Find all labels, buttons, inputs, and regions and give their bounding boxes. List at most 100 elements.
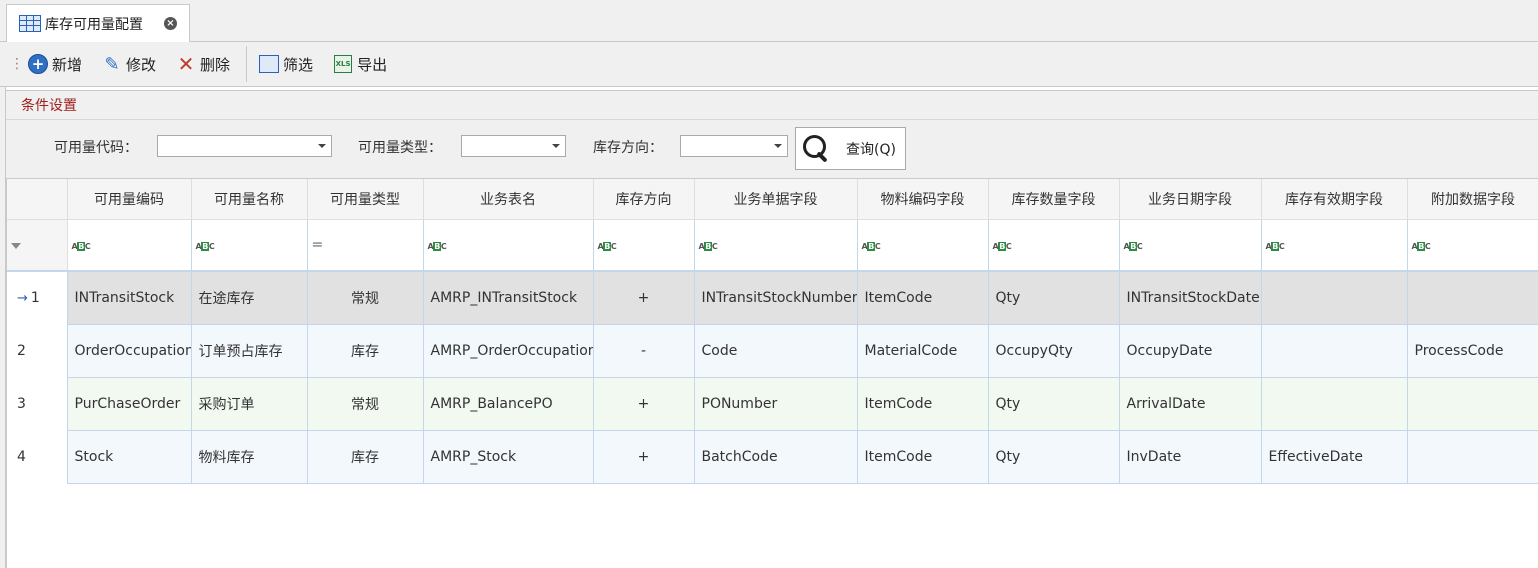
cell-qty-field[interactable]: Qty [988, 377, 1120, 431]
chevron-down-icon[interactable] [552, 144, 560, 148]
cell-type[interactable]: 常规 [307, 271, 424, 325]
column-header[interactable]: 物料编码字段 [857, 179, 989, 220]
table-row[interactable]: 3 PurChaseOrder 采购订单 常规 AMRP_BalancePO +… [7, 377, 1538, 431]
toolbar-separator [246, 46, 248, 82]
filter-cell[interactable]: ABC [423, 219, 594, 272]
cell-item-field[interactable]: ItemCode [857, 271, 989, 325]
cell-direction[interactable]: + [593, 271, 695, 325]
column-header[interactable]: 库存数量字段 [988, 179, 1120, 220]
cell-table[interactable]: AMRP_OrderOccupation [423, 324, 594, 378]
cell-code[interactable]: OrderOccupation [67, 324, 192, 378]
cell-doc-field[interactable]: INTransitStockNumber [694, 271, 858, 325]
cell-extra-field[interactable] [1407, 271, 1538, 325]
cell-direction[interactable]: + [593, 430, 695, 484]
cell-date-field[interactable]: OccupyDate [1119, 324, 1262, 378]
column-header[interactable]: 库存方向 [593, 179, 695, 220]
chevron-down-icon[interactable] [318, 144, 326, 148]
code-label: 可用量代码： [54, 140, 138, 156]
table-row[interactable]: → 1 INTransitStock 在途库存 常规 AMRP_INTransit… [7, 271, 1538, 325]
filter-cell[interactable]: ABC [1407, 219, 1538, 272]
cell-type[interactable]: 库存 [307, 430, 424, 484]
cell-qty-field[interactable]: Qty [988, 271, 1120, 325]
query-button[interactable]: 查询(Q) [795, 127, 906, 170]
cell-expiry-field[interactable] [1261, 377, 1408, 431]
data-grid: 可用量编码 可用量名称 可用量类型 业务表名 库存方向 业务单据字段 物料编码字… [6, 178, 1538, 568]
row-indicator[interactable]: 3 [7, 377, 68, 430]
row-indicator[interactable]: 2 [7, 324, 68, 377]
cell-table[interactable]: AMRP_Stock [423, 430, 594, 484]
filter-cell[interactable]: ABC [67, 219, 192, 272]
cell-extra-field[interactable]: ProcessCode [1407, 324, 1538, 378]
cell-code[interactable]: INTransitStock [67, 271, 192, 325]
chevron-down-icon[interactable] [774, 144, 782, 148]
cell-name[interactable]: 物料库存 [191, 430, 308, 484]
filter-cell[interactable]: = [307, 219, 424, 272]
table-row[interactable]: 2 OrderOccupation 订单预占库存 库存 AMRP_OrderOc… [7, 324, 1538, 378]
direction-combo[interactable] [680, 135, 788, 157]
filter-cell[interactable]: ABC [1119, 219, 1262, 272]
table-row[interactable]: 4 Stock 物料库存 库存 AMRP_Stock + BatchCode I… [7, 430, 1538, 484]
tab-inventory-availability-config[interactable]: 库存可用量配置 × [6, 4, 190, 42]
column-header[interactable]: 业务单据字段 [694, 179, 858, 220]
cell-item-field[interactable]: ItemCode [857, 377, 989, 431]
filter-cell[interactable]: ABC [857, 219, 989, 272]
type-combo[interactable] [461, 135, 566, 157]
text-filter-icon: ABC [1265, 241, 1285, 251]
cell-type[interactable]: 常规 [307, 377, 424, 431]
filter-cell[interactable]: ABC [191, 219, 308, 272]
cell-expiry-field[interactable] [1261, 271, 1408, 325]
cell-name[interactable]: 订单预占库存 [191, 324, 308, 378]
cell-item-field[interactable]: MaterialCode [857, 324, 989, 378]
cell-doc-field[interactable]: PONumber [694, 377, 858, 431]
cell-item-field[interactable]: ItemCode [857, 430, 989, 484]
add-button-label: 新增 [52, 55, 83, 74]
cell-doc-field[interactable]: Code [694, 324, 858, 378]
cell-table[interactable]: AMRP_BalancePO [423, 377, 594, 431]
column-header[interactable]: 库存有效期字段 [1261, 179, 1408, 220]
cell-type[interactable]: 库存 [307, 324, 424, 378]
column-header[interactable]: 业务日期字段 [1119, 179, 1262, 220]
filter-cell[interactable]: ABC [593, 219, 695, 272]
edit-button[interactable]: ✎ 修改 [94, 49, 164, 79]
column-header[interactable]: 业务表名 [423, 179, 594, 220]
cell-name[interactable]: 采购订单 [191, 377, 308, 431]
auto-filter-row: ABC ABC = ABC ABC ABC ABC ABC ABC ABC AB… [7, 219, 1538, 272]
row-indicator[interactable]: 4 [7, 430, 68, 483]
cell-code[interactable]: Stock [67, 430, 192, 484]
cell-direction[interactable]: + [593, 377, 695, 431]
cell-date-field[interactable]: InvDate [1119, 430, 1262, 484]
cell-expiry-field[interactable]: EffectiveDate [1261, 430, 1408, 484]
cell-direction[interactable]: - [593, 324, 695, 378]
column-header[interactable]: 可用量类型 [307, 179, 424, 220]
text-filter-icon: ABC [861, 241, 881, 251]
column-header[interactable]: 可用量编码 [67, 179, 192, 220]
row-indicator[interactable]: → 1 [7, 271, 68, 324]
filter-cell[interactable]: ABC [988, 219, 1120, 272]
export-button[interactable]: XLS 导出 [325, 49, 395, 79]
text-filter-icon: ABC [1411, 241, 1431, 251]
cell-table[interactable]: AMRP_INTransitStock [423, 271, 594, 325]
cell-expiry-field[interactable] [1261, 324, 1408, 378]
toolbar-grip-icon[interactable]: ⋮ [10, 56, 24, 72]
column-header[interactable]: 可用量名称 [191, 179, 308, 220]
cell-date-field[interactable]: INTransitStockDate [1119, 271, 1262, 325]
add-button[interactable]: + 新增 [20, 49, 90, 79]
filter-button[interactable]: 筛选 [251, 49, 321, 79]
cell-code[interactable]: PurChaseOrder [67, 377, 192, 431]
code-combo[interactable] [157, 135, 332, 157]
cell-qty-field[interactable]: OccupyQty [988, 324, 1120, 378]
cell-extra-field[interactable] [1407, 430, 1538, 484]
column-header[interactable]: 附加数据字段 [1407, 179, 1538, 220]
close-icon[interactable]: × [164, 17, 177, 30]
filter-cell[interactable]: ABC [1261, 219, 1408, 272]
cell-extra-field[interactable] [1407, 377, 1538, 431]
cell-doc-field[interactable]: BatchCode [694, 430, 858, 484]
cell-date-field[interactable]: ArrivalDate [1119, 377, 1262, 431]
delete-button[interactable]: ✕ 删除 [168, 49, 238, 79]
cell-qty-field[interactable]: Qty [988, 430, 1120, 484]
filter-cell[interactable]: ABC [694, 219, 858, 272]
row-indicator-header [7, 179, 68, 220]
divider [6, 119, 1538, 120]
funnel-icon [11, 242, 21, 249]
cell-name[interactable]: 在途库存 [191, 271, 308, 325]
